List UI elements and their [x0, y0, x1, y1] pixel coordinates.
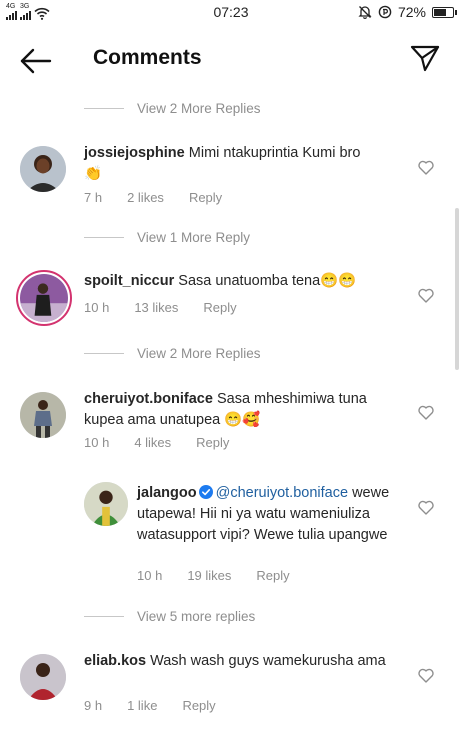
status-right: 72%: [358, 4, 457, 20]
mute-bell-icon: [358, 6, 372, 19]
comment-likes[interactable]: 19 likes: [187, 568, 231, 583]
view-replies-toggle[interactable]: View 2 More Replies: [84, 101, 261, 116]
mention-link[interactable]: @cheruiyot.boniface: [216, 485, 348, 501]
arrow-left-icon: [20, 48, 52, 74]
back-button[interactable]: [18, 46, 54, 76]
avatar[interactable]: [84, 482, 128, 526]
comment-likes[interactable]: 13 likes: [134, 300, 178, 315]
view-replies-label: View 2 More Replies: [137, 346, 261, 361]
reply-button[interactable]: Reply: [256, 568, 289, 583]
status-bar: 4G 3G 07:23 72%: [0, 0, 462, 26]
reply-button[interactable]: Reply: [196, 435, 229, 450]
comment-time: 9 h: [84, 698, 103, 713]
comment-item: spoilt_niccur Sasa unatuomba tena😁😁 10 h…: [0, 268, 462, 328]
comment-text: jossiejosphine Mimi ntakuprintia Kumi br…: [84, 143, 404, 185]
comment-body: Sasa unatuomba tena: [178, 273, 321, 289]
comment-username[interactable]: spoilt_niccur: [84, 273, 174, 289]
comment-item: jossiejosphine Mimi ntakuprintia Kumi br…: [0, 140, 462, 210]
divider: [84, 616, 124, 617]
verified-badge-icon: [198, 485, 213, 499]
reply-button[interactable]: Reply: [189, 190, 222, 205]
comment-body: Mimi ntakuprintia Kumi bro: [188, 145, 361, 161]
comment-meta: 10 h 13 likes Reply: [84, 300, 262, 315]
like-heart-icon[interactable]: [418, 405, 434, 420]
comment-meta: 10 h 19 likes Reply: [137, 568, 315, 583]
divider: [84, 108, 124, 109]
view-replies-label: View 2 More Replies: [137, 101, 261, 116]
page-title: Comments: [93, 46, 202, 69]
reply-button[interactable]: Reply: [182, 698, 215, 713]
paper-plane-icon: [410, 45, 440, 72]
comment-text: spoilt_niccur Sasa unatuomba tena😁😁: [84, 271, 404, 292]
comment-meta: 10 h 4 likes Reply: [84, 435, 254, 450]
comment-item: eliab.kos Wash wash guys wamekurusha ama…: [0, 648, 462, 720]
comment-username[interactable]: eliab.kos: [84, 653, 146, 669]
view-replies-label: View 1 More Reply: [137, 230, 251, 245]
battery-percent: 72%: [397, 4, 426, 20]
like-heart-icon[interactable]: [418, 288, 434, 303]
battery-icon: [432, 6, 457, 18]
header: Comments: [0, 26, 462, 90]
view-replies-label: View 5 more replies: [137, 609, 256, 624]
share-button[interactable]: [410, 43, 440, 73]
like-heart-icon[interactable]: [418, 500, 434, 515]
avatar-with-story-ring[interactable]: [16, 270, 72, 326]
divider: [84, 237, 124, 238]
comment-username[interactable]: jalangoo: [137, 485, 197, 501]
divider: [84, 353, 124, 354]
data-saver-icon: [378, 5, 392, 19]
comment-likes[interactable]: 4 likes: [134, 435, 171, 450]
view-replies-toggle[interactable]: View 5 more replies: [84, 609, 255, 624]
comment-meta: 7 h 2 likes Reply: [84, 190, 247, 205]
comment-username[interactable]: jossiejosphine: [84, 145, 185, 161]
like-heart-icon[interactable]: [418, 668, 434, 683]
avatar[interactable]: [20, 654, 66, 700]
comment-text: eliab.kos Wash wash guys wamekurusha ama: [84, 651, 404, 672]
grin-heart-emoji: 😁🥰: [224, 412, 261, 428]
comment-time: 10 h: [137, 568, 163, 583]
comment-time: 10 h: [84, 435, 110, 450]
comment-meta: 9 h 1 like Reply: [84, 698, 241, 713]
grin-emoji: 😁😁: [320, 273, 357, 289]
avatar[interactable]: [20, 392, 66, 438]
comment-time: 7 h: [84, 190, 103, 205]
comment-username[interactable]: cheruiyot.boniface: [84, 391, 213, 407]
view-replies-toggle[interactable]: View 1 More Reply: [84, 230, 250, 245]
comment-time: 10 h: [84, 300, 110, 315]
comment-likes[interactable]: 2 likes: [127, 190, 164, 205]
reply-item: jalangoo @cheruiyot.boniface wewe utapewa…: [0, 480, 462, 590]
view-replies-toggle[interactable]: View 2 More Replies: [84, 346, 261, 361]
comment-likes[interactable]: 1 like: [127, 698, 157, 713]
comment-text: cheruiyot.boniface Sasa mheshimiwa tuna …: [84, 389, 404, 431]
comment-body: Wash wash guys wamekurusha ama: [150, 653, 386, 669]
comment-item: cheruiyot.boniface Sasa mheshimiwa tuna …: [0, 386, 462, 456]
clap-emoji: 👏: [84, 166, 103, 182]
comment-text: jalangoo @cheruiyot.boniface wewe utapewa…: [137, 483, 407, 546]
reply-button[interactable]: Reply: [203, 300, 236, 315]
like-heart-icon[interactable]: [418, 160, 434, 175]
avatar[interactable]: [20, 146, 66, 192]
